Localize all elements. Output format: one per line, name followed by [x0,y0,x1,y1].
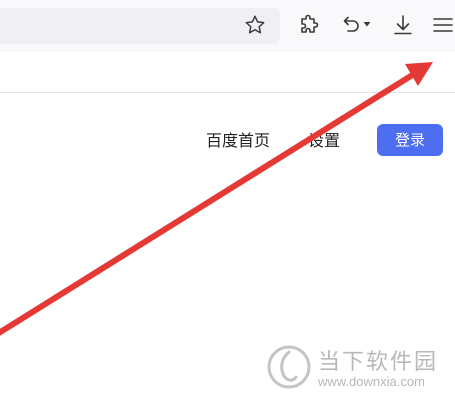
watermark-url: www.downxia.com [318,374,425,389]
login-button[interactable]: 登录 [377,124,443,156]
star-icon[interactable] [244,14,266,36]
download-icon[interactable] [391,13,415,37]
watermark-title: 当下软件园 [318,350,439,375]
toolbar-divider [0,92,455,93]
undo-icon[interactable] [340,13,364,37]
address-bar[interactable] [0,8,280,44]
browser-toolbar [0,0,455,52]
settings-link[interactable]: 设置 [308,130,340,152]
undo-dropdown-icon[interactable] [363,20,371,28]
watermark-logo-icon [267,345,311,389]
baidu-home-link[interactable]: 百度首页 [206,130,270,152]
menu-icon[interactable] [432,14,454,36]
extensions-icon[interactable] [297,13,321,37]
